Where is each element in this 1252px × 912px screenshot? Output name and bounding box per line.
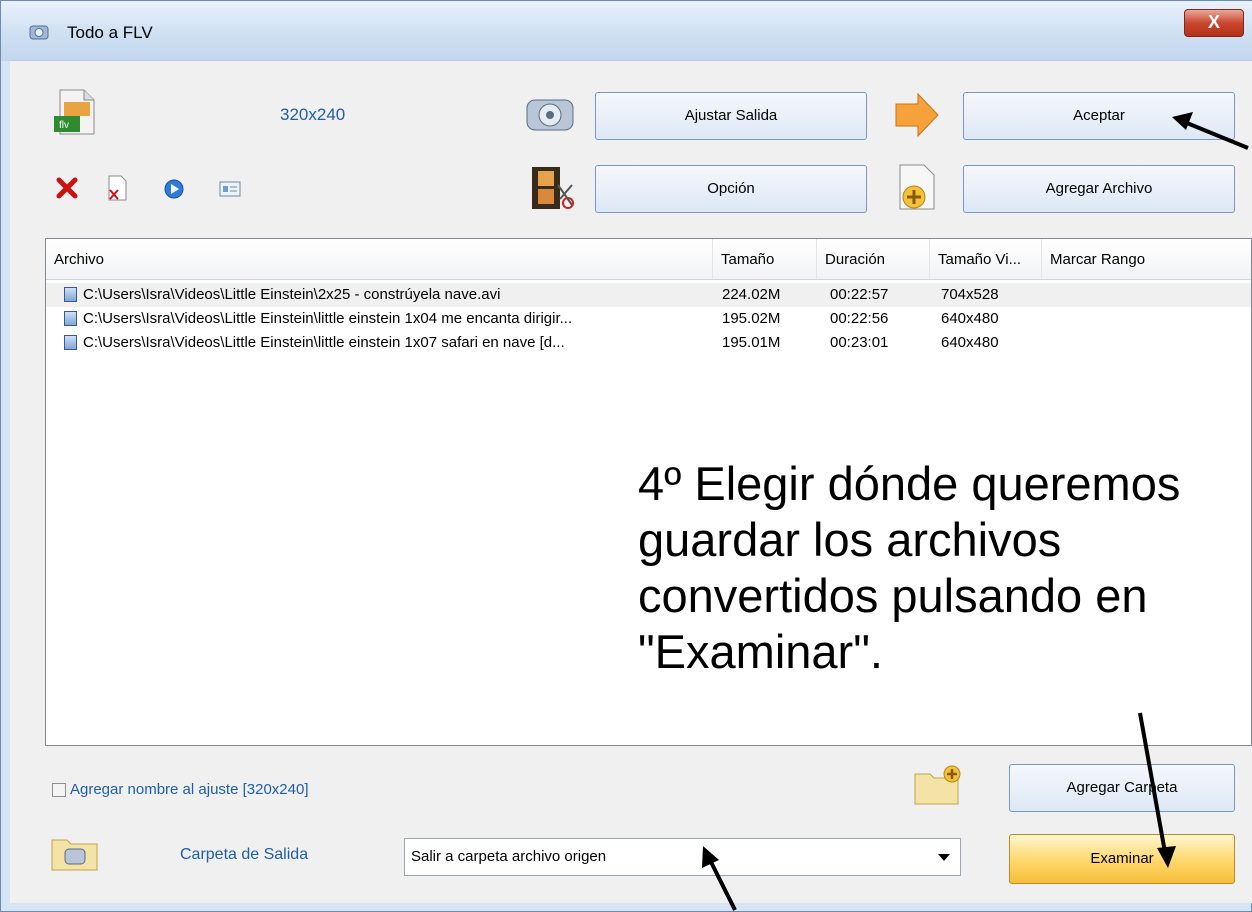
arrow-to-output-folder	[702, 846, 737, 911]
annotation-arrows	[702, 112, 1249, 911]
arrow-to-browse	[1138, 712, 1176, 868]
arrow-to-accept	[1172, 112, 1249, 150]
